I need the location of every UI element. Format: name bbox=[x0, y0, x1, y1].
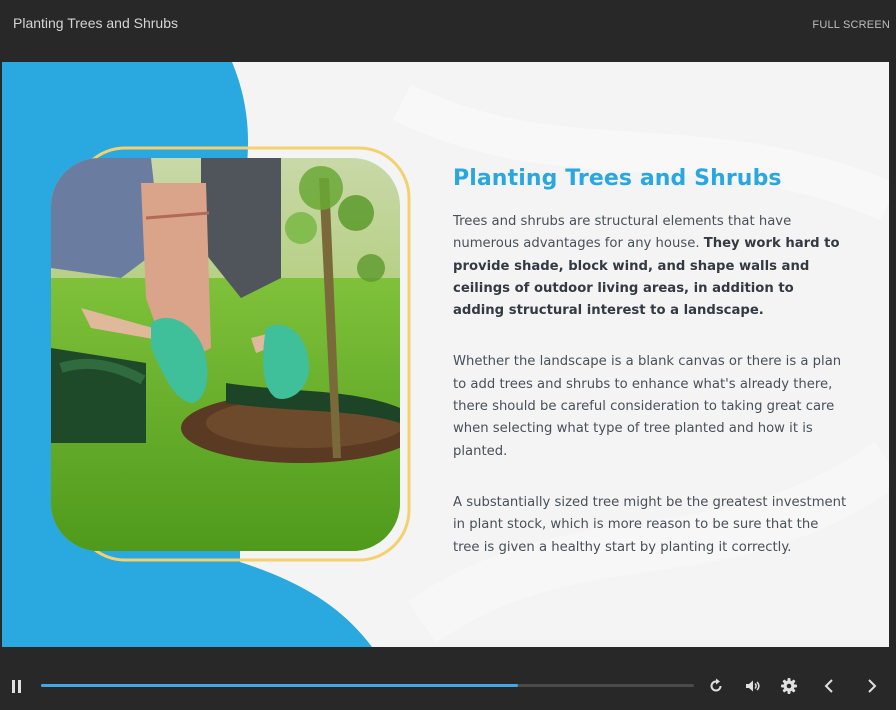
player-controls bbox=[0, 662, 896, 710]
course-title: Planting Trees and Shrubs bbox=[13, 15, 178, 31]
paragraph-2: Whether the landscape is a blank canvas … bbox=[453, 354, 842, 459]
volume-icon[interactable] bbox=[744, 677, 762, 695]
chevron-left-icon[interactable] bbox=[820, 677, 838, 695]
replay-icon[interactable] bbox=[707, 677, 725, 695]
slide-canvas: Planting Trees and Shrubs Trees and shru… bbox=[2, 62, 889, 647]
pause-icon[interactable] bbox=[11, 680, 23, 694]
progress-track[interactable] bbox=[41, 684, 694, 687]
gardener-planting-image bbox=[51, 158, 400, 551]
progress-fill bbox=[41, 684, 518, 687]
gear-icon[interactable] bbox=[780, 677, 798, 695]
chevron-right-icon[interactable] bbox=[863, 677, 881, 695]
slide-text-column: Planting Trees and Shrubs Trees and shru… bbox=[453, 166, 848, 588]
paragraph-3: A substantially sized tree might be the … bbox=[453, 494, 847, 555]
gardening-photo bbox=[51, 158, 400, 551]
paragraph-1: Trees and shrubs are structural elements… bbox=[453, 211, 848, 322]
top-bar: Planting Trees and Shrubs FULL SCREEN bbox=[0, 0, 896, 60]
fullscreen-button[interactable]: FULL SCREEN bbox=[812, 19, 890, 31]
slide-heading: Planting Trees and Shrubs bbox=[453, 166, 782, 191]
